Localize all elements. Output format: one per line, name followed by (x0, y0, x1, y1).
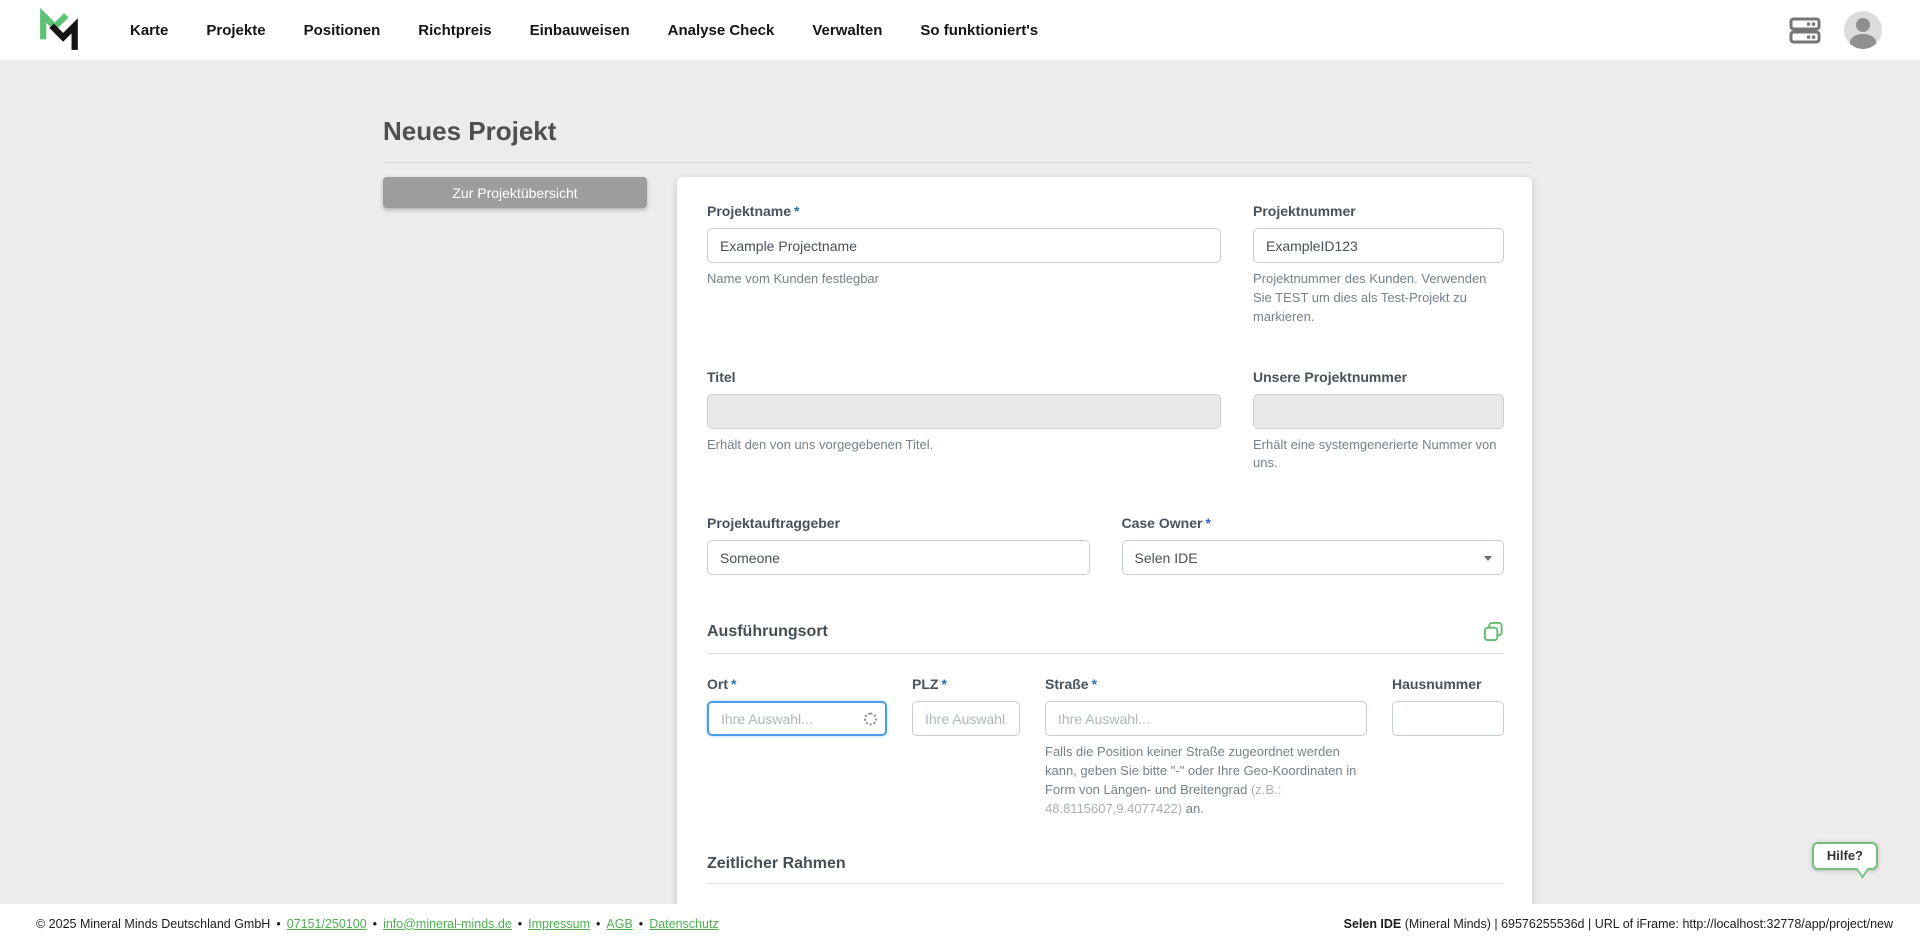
case-owner-field: Case Owner * (1121, 515, 1504, 576)
ort-field: Ort * (707, 676, 887, 818)
hausnummer-field: Hausnummer (1392, 676, 1504, 818)
ort-input[interactable] (707, 701, 887, 737)
main-content: Neues Projekt Zur Projektübersicht Proje… (0, 60, 1920, 943)
projektname-input[interactable] (707, 228, 1221, 263)
plz-input[interactable] (912, 701, 1020, 737)
strasse-help: Falls die Position keiner Straße zugeord… (1045, 744, 1357, 816)
nav-item-einbauweisen[interactable]: Einbauweisen (530, 22, 630, 39)
copyright-text: © 2025 Mineral Minds Deutschland GmbH (36, 916, 271, 931)
footer-link-agb[interactable]: AGB (606, 917, 632, 931)
projektnummer-help: Projektnummer des Kunden. Verwenden Sie … (1253, 271, 1487, 324)
titel-help: Erhält den von uns vorgegebenen Titel. (707, 436, 934, 452)
hilfe-button[interactable]: Hilfe? (1811, 842, 1878, 879)
footer-link-email[interactable]: info@mineral-minds.de (383, 917, 512, 931)
page-title: Neues Projekt (383, 116, 557, 146)
titel-label: Titel (707, 368, 736, 385)
plz-field: PLZ * (912, 676, 1020, 818)
zur-projektuebersicht-button[interactable]: Zur Projektübersicht (383, 177, 647, 208)
case-owner-label: Case Owner (1121, 515, 1203, 532)
required-asterisk: * (1091, 676, 1098, 693)
footer-right: Selen IDE (Mineral Minds) | 69576255536d… (1344, 917, 1893, 931)
footer-left: © 2025 Mineral Minds Deutschland GmbH 071… (36, 917, 719, 931)
hausnummer-label: Hausnummer (1392, 676, 1482, 693)
plz-label: PLZ (912, 676, 939, 693)
nav-links: Karte Projekte Positionen Richtpreis Ein… (130, 22, 1038, 39)
projektname-help: Name vom Kunden festlegbar (707, 271, 879, 286)
top-navbar: Karte Projekte Positionen Richtpreis Ein… (0, 0, 1920, 60)
unsere-projektnummer-help: Erhält eine systemgenerierte Nummer von … (1253, 436, 1497, 471)
titel-input (707, 393, 1221, 429)
hausnummer-input[interactable] (1392, 701, 1504, 737)
footer-user: Selen IDE (1343, 916, 1402, 931)
required-asterisk: * (794, 203, 800, 219)
strasse-field: Straße* Falls die Position keiner Straße… (1045, 676, 1367, 818)
copy-icon[interactable] (1483, 621, 1504, 643)
hilfe-label: Hilfe? (1826, 848, 1863, 863)
loading-spinner-icon (864, 712, 877, 726)
case-owner-select[interactable] (1121, 540, 1504, 576)
projektnummer-field: Projektnummer Projektnummer des Kunden. … (1253, 203, 1504, 327)
footer-link-phone[interactable]: 07151/250100 (287, 917, 367, 931)
title-divider (383, 162, 1532, 163)
footer-link-impressum[interactable]: Impressum (528, 917, 590, 931)
projektauftraggeber-input[interactable] (707, 540, 1090, 576)
titel-field: Titel Erhält den von uns vorgegebenen Ti… (707, 369, 1221, 474)
avatar-head-icon (1856, 18, 1870, 32)
projektauftraggeber-label: Projektauftraggeber (707, 515, 841, 532)
server-icon[interactable] (1788, 13, 1822, 47)
nav-item-projekte[interactable]: Projekte (206, 22, 265, 39)
projektname-field: Projektname* Name vom Kunden festlegbar (707, 203, 1221, 327)
required-asterisk: * (941, 676, 947, 693)
nav-right (1788, 11, 1882, 49)
ausfuehrungsort-title: Ausführungsort (707, 623, 828, 641)
nav-item-karte[interactable]: Karte (130, 22, 168, 39)
zeitlicher-rahmen-section-header: Zeitlicher Rahmen (707, 855, 1504, 884)
unsere-projektnummer-field: Unsere Projektnummer Erhält eine systemg… (1253, 369, 1504, 474)
footer-link-datenschutz[interactable]: Datenschutz (649, 917, 718, 931)
zeitlicher-rahmen-title: Zeitlicher Rahmen (707, 854, 846, 872)
ort-label: Ort (707, 676, 728, 693)
strasse-input[interactable] (1045, 701, 1367, 737)
projektnummer-label: Projektnummer (1253, 203, 1356, 219)
avatar-body-icon (1850, 34, 1876, 49)
nav-item-verwalten[interactable]: Verwalten (812, 22, 882, 39)
nav-item-so-funktionierts[interactable]: So funktioniert's (920, 22, 1038, 39)
unsere-projektnummer-input (1253, 393, 1504, 429)
nav-item-analyse-check[interactable]: Analyse Check (668, 22, 775, 39)
projektauftraggeber-field: Projektauftraggeber (707, 515, 1090, 576)
ausfuehrungsort-section-header: Ausführungsort (707, 621, 1504, 655)
project-form-card: Projektname* Name vom Kunden festlegbar … (677, 177, 1532, 943)
footer-session-info: (Mineral Minds) | 69576255536d | URL of … (1401, 916, 1893, 931)
nav-item-positionen[interactable]: Positionen (304, 22, 381, 39)
projektnummer-input[interactable] (1253, 228, 1504, 263)
unsere-projektnummer-label: Unsere Projektnummer (1253, 368, 1408, 385)
user-avatar[interactable] (1844, 11, 1882, 49)
mineral-minds-logo-icon[interactable] (38, 8, 82, 52)
projektname-label: Projektname (707, 203, 792, 219)
required-asterisk: * (731, 676, 737, 693)
strasse-label: Straße (1045, 676, 1089, 693)
footer: © 2025 Mineral Minds Deutschland GmbH 071… (0, 904, 1920, 943)
required-asterisk: * (1205, 515, 1211, 532)
nav-item-richtpreis[interactable]: Richtpreis (418, 22, 491, 39)
